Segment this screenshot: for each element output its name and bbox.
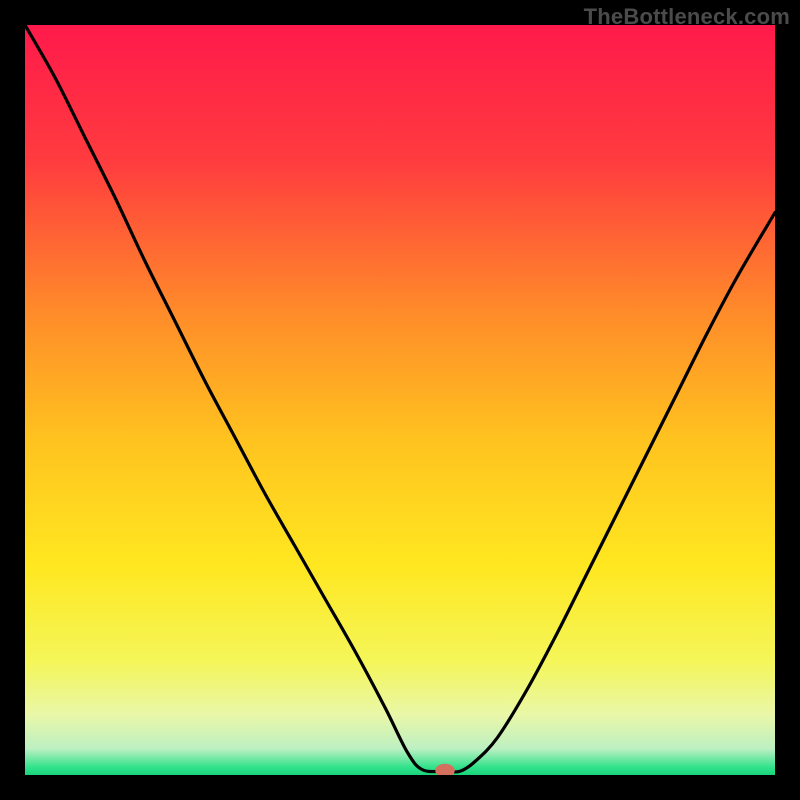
chart-svg bbox=[25, 25, 775, 775]
chart-frame: TheBottleneck.com bbox=[0, 0, 800, 800]
watermark-label: TheBottleneck.com bbox=[584, 4, 790, 30]
chart-plot-area bbox=[25, 25, 775, 775]
chart-background bbox=[25, 25, 775, 775]
